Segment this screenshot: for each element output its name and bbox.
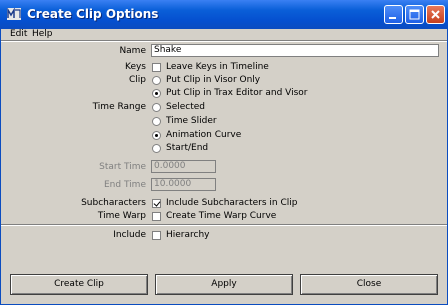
window-title: Create Clip Options xyxy=(27,7,159,21)
time-range-time-slider-radio[interactable] xyxy=(152,117,161,126)
hierarchy-label: Hierarchy xyxy=(166,230,210,240)
start-time-field[interactable]: 0.0000 xyxy=(151,160,216,173)
apply-button[interactable]: Apply xyxy=(155,274,293,295)
clip-visor-only-label: Put Clip in Visor Only xyxy=(166,75,261,85)
clip-trax-and-visor-radio[interactable] xyxy=(152,89,161,98)
subcharacters-label: Subcharacters xyxy=(81,198,146,208)
include-label: Include xyxy=(113,230,146,240)
include-subcharacters-label: Include Subcharacters in Clip xyxy=(166,198,298,208)
close-button[interactable]: Close xyxy=(300,274,438,295)
clip-visor-only-radio[interactable] xyxy=(152,76,161,85)
minimize-icon xyxy=(389,17,396,19)
end-time-field[interactable]: 10.0000 xyxy=(151,178,216,191)
start-time-label: Start Time xyxy=(99,162,146,172)
time-range-time-slider-label: Time Slider xyxy=(166,116,217,126)
clip-trax-and-visor-label: Put Clip in Trax Editor and Visor xyxy=(166,88,308,98)
menu-separator xyxy=(0,40,448,42)
create-time-warp-label: Create Time Warp Curve xyxy=(166,211,277,221)
leave-keys-checkbox[interactable] xyxy=(152,63,161,72)
time-range-animation-curve-radio[interactable] xyxy=(152,131,161,140)
time-range-start-end-radio[interactable] xyxy=(152,144,161,153)
include-subcharacters-checkbox[interactable] xyxy=(152,199,161,208)
menu-edit[interactable]: Edit xyxy=(10,29,27,40)
minimize-button[interactable] xyxy=(384,5,403,24)
end-time-label: End Time xyxy=(104,180,146,190)
time-warp-label: Time Warp xyxy=(97,211,146,221)
time-range-start-end-label: Start/End xyxy=(166,143,209,153)
menu-bar: Edit Help xyxy=(0,29,448,40)
menu-help[interactable]: Help xyxy=(32,29,53,40)
keys-label: Keys xyxy=(124,62,146,72)
time-range-selected-label: Selected xyxy=(166,102,206,112)
maya-app-icon xyxy=(7,8,21,20)
leave-keys-label: Leave Keys in Timeline xyxy=(166,62,269,72)
create-clip-button[interactable]: Create Clip xyxy=(10,274,148,295)
time-range-animation-curve-label: Animation Curve xyxy=(166,130,242,140)
maximize-icon xyxy=(409,9,420,20)
close-icon xyxy=(431,10,440,19)
clip-label: Clip xyxy=(129,75,146,85)
hierarchy-checkbox[interactable] xyxy=(152,231,161,240)
maximize-button[interactable] xyxy=(405,5,424,24)
create-time-warp-checkbox[interactable] xyxy=(152,212,161,221)
time-range-selected-radio[interactable] xyxy=(152,103,161,112)
title-bar[interactable]: Create Clip Options xyxy=(0,0,448,29)
section-separator xyxy=(0,224,448,226)
close-window-button[interactable] xyxy=(426,5,445,24)
name-label: Name xyxy=(119,46,146,56)
name-field[interactable]: Shake xyxy=(151,44,439,57)
time-range-label: Time Range xyxy=(92,102,146,112)
